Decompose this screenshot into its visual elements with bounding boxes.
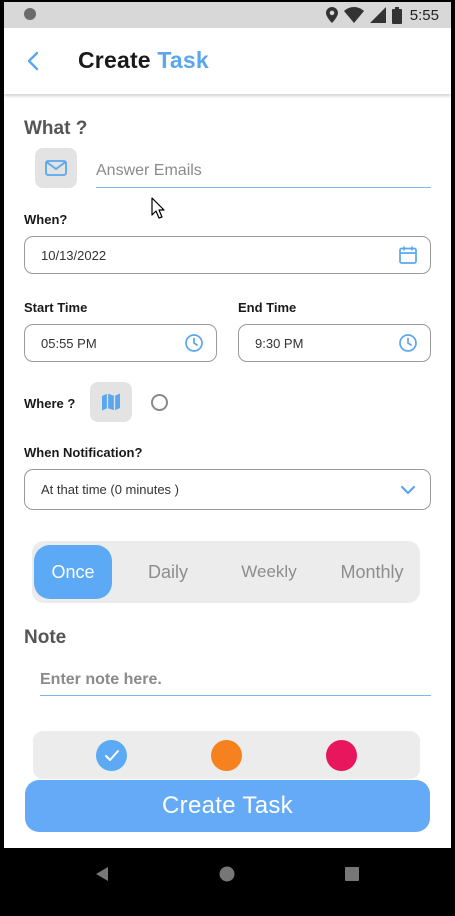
repeat-option-daily[interactable]: Daily	[128, 541, 208, 603]
mail-icon	[45, 160, 67, 176]
calendar-icon[interactable]	[398, 245, 418, 270]
color-picker	[33, 731, 420, 779]
app-bar: Create Task	[4, 28, 451, 94]
what-label: What ?	[24, 118, 88, 139]
location-icon	[325, 7, 338, 23]
notification-dot-icon	[24, 8, 36, 20]
end-time-value: 9:30 PM	[255, 336, 304, 351]
device-frame: 5:55 Create Task What ? When? 10/13/2022	[0, 0, 455, 916]
status-bar: 5:55	[4, 2, 451, 28]
start-time-label: Start Time	[24, 300, 88, 315]
mail-icon-box	[35, 148, 77, 188]
repeat-option-monthly[interactable]: Monthly	[328, 541, 416, 603]
when-label: When?	[24, 212, 68, 227]
status-icons: 5:55	[325, 5, 439, 25]
color-swatch-blue[interactable]	[96, 740, 127, 771]
mouse-cursor-icon	[151, 197, 165, 219]
wifi-icon	[343, 7, 364, 23]
map-button[interactable]	[90, 382, 132, 422]
end-time-label: End Time	[238, 300, 297, 315]
color-swatch-pink[interactable]	[326, 740, 357, 771]
create-task-button[interactable]: Create Task	[25, 780, 430, 832]
nav-home-icon[interactable]	[219, 866, 235, 882]
location-radio[interactable]	[151, 394, 168, 411]
create-task-screen: Create Task What ? When? 10/13/2022 Star…	[4, 28, 451, 848]
status-time: 5:55	[409, 6, 439, 24]
system-nav-bar	[0, 848, 455, 916]
title-main: Create	[78, 47, 151, 73]
check-icon	[105, 750, 119, 761]
back-chevron-icon	[27, 51, 39, 71]
repeat-option-weekly[interactable]: Weekly	[228, 541, 310, 603]
end-time-field[interactable]: 9:30 PM	[238, 324, 431, 362]
note-label: Note	[24, 627, 67, 648]
nav-back-icon[interactable]	[95, 866, 109, 882]
repeat-segmented-control: Once Daily Weekly Monthly	[32, 541, 420, 603]
color-swatch-orange[interactable]	[211, 740, 242, 771]
clock-icon[interactable]	[398, 333, 418, 358]
where-label: Where ?	[24, 396, 76, 411]
notification-label: When Notification?	[24, 445, 143, 460]
clock-icon[interactable]	[184, 333, 204, 358]
start-time-value: 05:55 PM	[41, 336, 97, 351]
page-title: Create Task	[78, 47, 209, 74]
task-title-input[interactable]	[96, 154, 431, 188]
title-accent: Task	[157, 47, 209, 73]
start-time-field[interactable]: 05:55 PM	[24, 324, 217, 362]
date-field[interactable]: 10/13/2022	[24, 236, 431, 274]
notification-value: At that time (0 minutes )	[41, 482, 179, 497]
date-value: 10/13/2022	[41, 248, 107, 263]
nav-recents-icon[interactable]	[345, 867, 359, 881]
map-icon	[102, 393, 120, 411]
signal-icon	[369, 7, 386, 23]
chevron-down-icon	[398, 480, 418, 505]
repeat-option-once[interactable]: Once	[34, 545, 112, 599]
note-input[interactable]	[40, 664, 431, 696]
battery-icon	[391, 6, 402, 24]
notification-select[interactable]: At that time (0 minutes )	[24, 469, 431, 510]
back-button[interactable]	[22, 48, 46, 74]
